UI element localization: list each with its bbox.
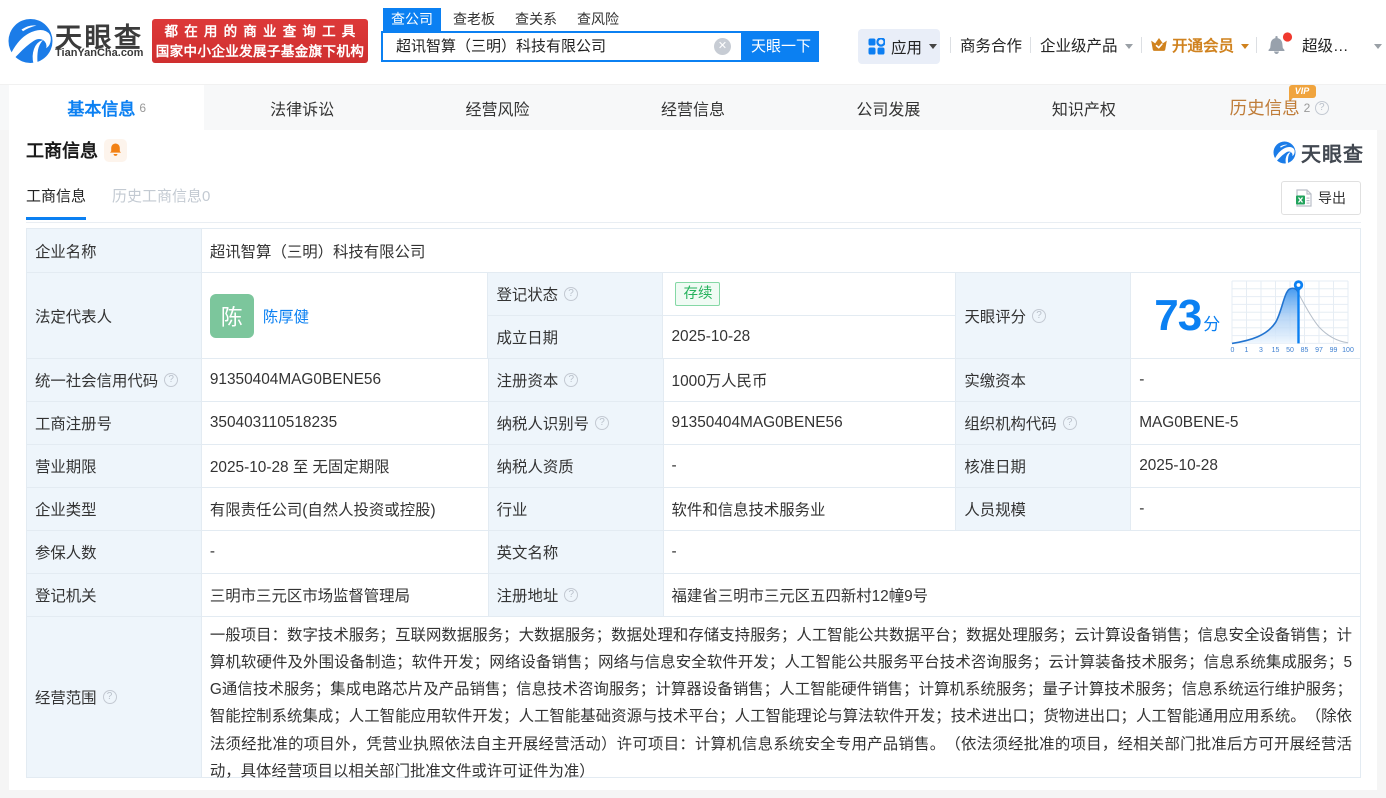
svg-text:97: 97 (1315, 347, 1323, 354)
svg-text:85: 85 (1301, 347, 1309, 354)
svg-text:99: 99 (1330, 347, 1338, 354)
svg-text:50: 50 (1286, 347, 1294, 354)
svg-text:1: 1 (1245, 347, 1249, 354)
svg-text:100: 100 (1342, 347, 1354, 354)
svg-text:0: 0 (1231, 347, 1235, 354)
svg-text:15: 15 (1272, 347, 1280, 354)
svg-text:3: 3 (1259, 347, 1263, 354)
